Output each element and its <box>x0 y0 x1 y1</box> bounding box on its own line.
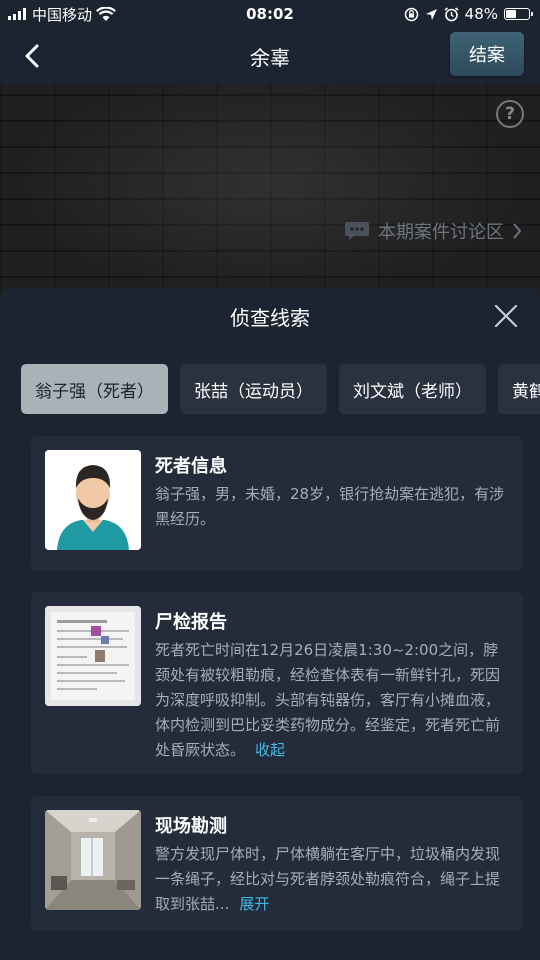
page-title: 余辜 <box>250 45 290 70</box>
carrier-label: 中国移动 <box>32 5 93 24</box>
person-avatar-icon <box>45 450 141 550</box>
suspect-tabs: 翁子强（死者） 张喆（运动员） 刘文斌（老师） 黄鹤铧 <box>0 364 540 416</box>
card-text: 警方发现尸体时，尸体横躺在客厅中，垃圾桶内发现一条绳子，经比对与死者脖颈处勒痕符… <box>155 845 501 913</box>
screen: 中国移动 08:02 48% 余辜 结案 ? 本期案件讨论区 侦查线索 翁子强（… <box>0 0 540 960</box>
chevron-left-icon <box>25 44 39 68</box>
card-body: 死者死亡时间在12月26日凌晨1:30~2:00之间，脖颈处有被较粗勒痕，经检查… <box>155 638 505 763</box>
tab-huang-hehua[interactable]: 黄鹤铧 <box>498 364 540 414</box>
room-photo-icon <box>45 810 141 910</box>
discussion-label: 本期案件讨论区 <box>378 222 504 243</box>
nav-bar: 余辜 结案 <box>0 28 540 84</box>
close-case-button[interactable]: 结案 <box>450 32 524 76</box>
tab-victim[interactable]: 翁子强（死者） <box>21 364 168 414</box>
discussion-link[interactable]: 本期案件讨论区 <box>344 218 522 244</box>
clue-card-victim-info[interactable]: 死者信息 翁子强，男，未婚，28岁，银行抢劫案在逃犯，有涉黑经历。 <box>31 436 523 571</box>
document-icon <box>45 606 141 706</box>
close-icon <box>494 304 518 328</box>
card-body: 警方发现尸体时，尸体横躺在客厅中，垃圾桶内发现一条绳子，经比对与死者脖颈处勒痕符… <box>155 842 505 917</box>
tab-zhang-zhe[interactable]: 张喆（运动员） <box>180 364 327 414</box>
close-panel-button[interactable] <box>488 298 524 334</box>
card-text: 翁子强，男，未婚，28岁，银行抢劫案在逃犯，有涉黑经历。 <box>155 485 505 528</box>
battery-percent: 48% <box>464 5 498 23</box>
signal-icon <box>8 8 26 20</box>
clue-card-scene-survey[interactable]: 现场勘测 警方发现尸体时，尸体横躺在客厅中，垃圾桶内发现一条绳子，经比对与死者脖… <box>31 796 523 931</box>
card-title: 死者信息 <box>155 456 227 477</box>
status-bar: 中国移动 08:02 48% <box>0 0 540 28</box>
crime-scene-image <box>45 810 141 910</box>
back-button[interactable] <box>12 36 52 76</box>
alarm-icon <box>444 6 459 21</box>
collapse-link[interactable]: 收起 <box>255 741 285 759</box>
panel-header: 侦查线索 <box>0 288 540 344</box>
card-text: 死者死亡时间在12月26日凌晨1:30~2:00之间，脖颈处有被较粗勒痕，经检查… <box>155 641 501 759</box>
help-icon[interactable]: ? <box>496 100 524 128</box>
tab-liu-wenbin[interactable]: 刘文斌（老师） <box>339 364 486 414</box>
orientation-lock-icon <box>404 7 418 21</box>
card-title: 尸检报告 <box>155 612 227 633</box>
chat-icon <box>345 222 369 240</box>
panel-title: 侦查线索 <box>230 305 310 330</box>
status-left: 中国移动 <box>0 4 116 25</box>
clue-card-autopsy[interactable]: 尸检报告 死者死亡时间在12月26日凌晨1:30~2:00之间，脖颈处有被较粗勒… <box>31 592 523 774</box>
location-icon <box>425 8 437 20</box>
card-title: 现场勘测 <box>155 816 227 837</box>
status-right: 48% <box>404 5 533 23</box>
battery-fill <box>506 10 516 18</box>
card-body: 翁子强，男，未婚，28岁，银行抢劫案在逃犯，有涉黑经历。 <box>155 482 505 532</box>
expand-link[interactable]: 展开 <box>239 895 269 913</box>
chevron-right-icon <box>513 223 522 239</box>
battery-icon <box>504 8 533 20</box>
avatar <box>45 450 141 550</box>
autopsy-report-image <box>45 606 141 706</box>
clue-panel: 侦查线索 翁子强（死者） 张喆（运动员） 刘文斌（老师） 黄鹤铧 <box>0 288 540 960</box>
wifi-icon <box>96 6 116 21</box>
case-banner: ? 本期案件讨论区 <box>0 84 540 304</box>
